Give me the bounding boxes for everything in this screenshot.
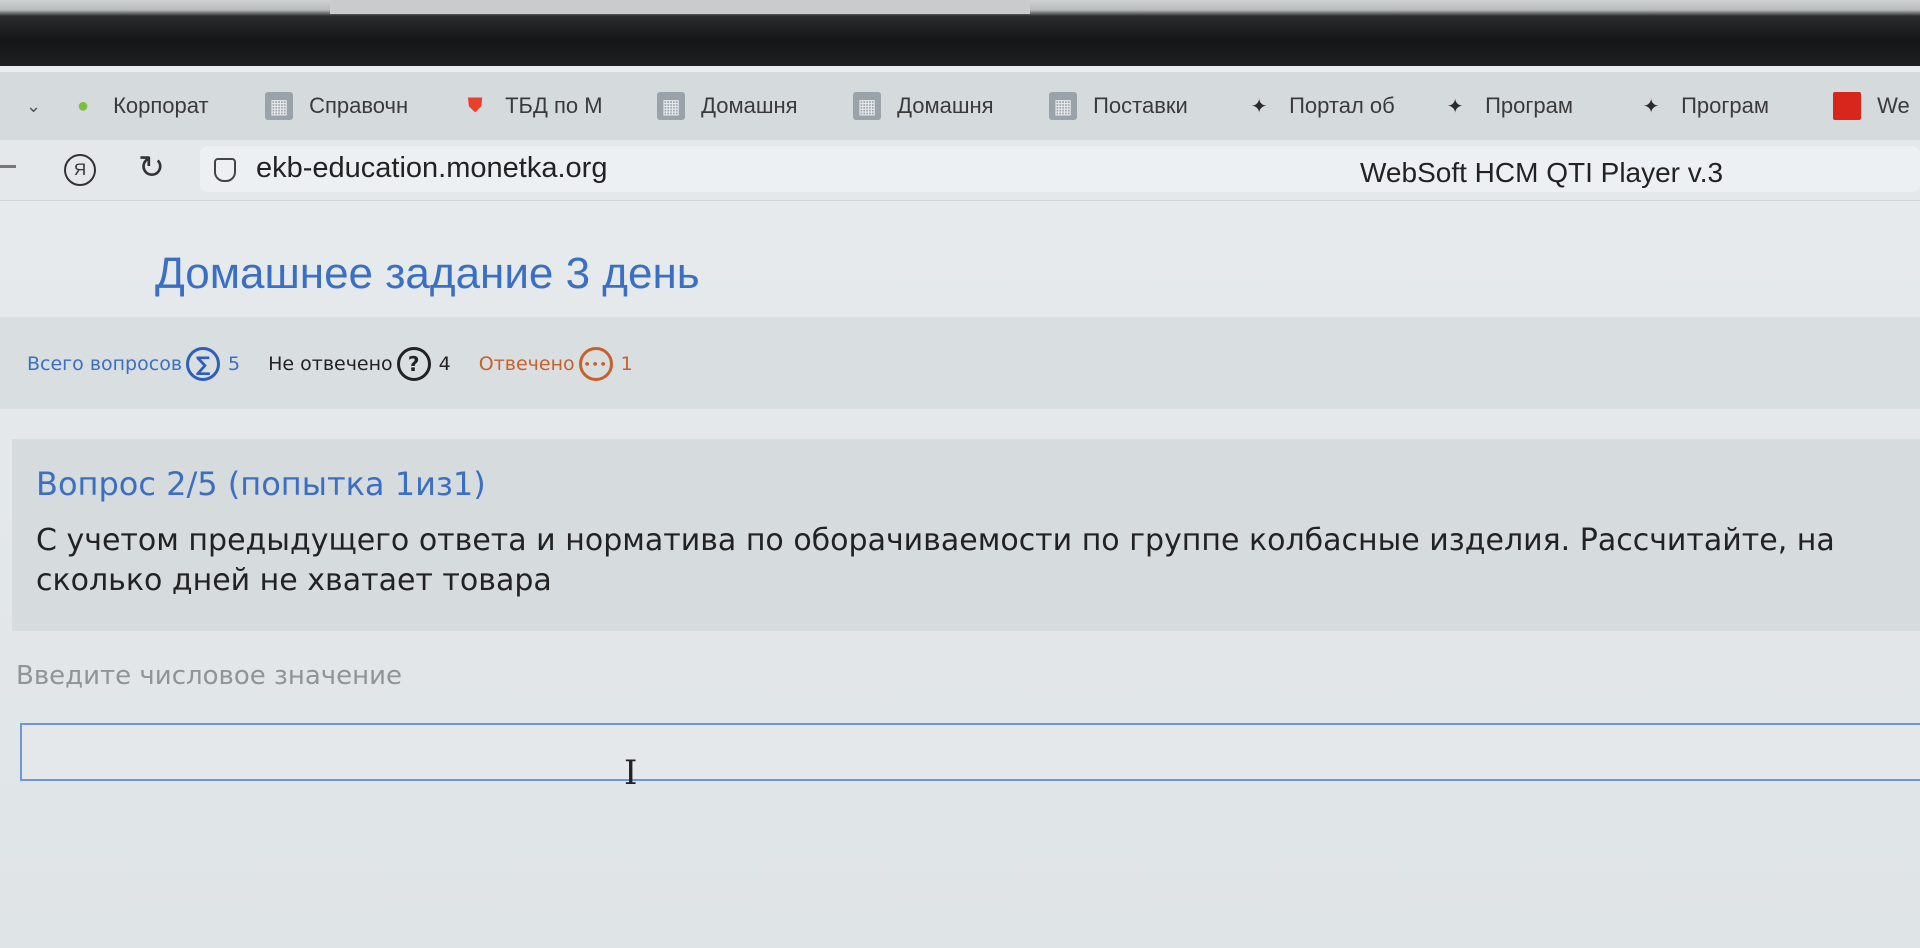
bookmark-label: We [1877, 93, 1910, 118]
chart-icon: ▦ [657, 92, 686, 120]
answer-label: Введите числовое значение [16, 661, 403, 691]
bookmark-label: Домашня [897, 93, 994, 118]
back-icon[interactable] [0, 165, 16, 168]
chevron-down-icon[interactable]: ⌄ [26, 91, 41, 121]
stat-unanswered-label: Не отвечено [268, 353, 393, 375]
stat-answered-label: Отвечено [478, 353, 575, 375]
stat-total[interactable]: Всего вопросов ∑ 5 [27, 347, 240, 381]
stat-answered[interactable]: Отвечено ••• 1 [479, 347, 633, 381]
url-text[interactable]: ekb-education.monetka.org [256, 152, 607, 185]
question-glyph: ? [407, 352, 420, 376]
bookmark-label: Програм [1681, 93, 1769, 118]
bookmark-item[interactable]: ▦ Поставки [1049, 92, 1245, 120]
bookmark-item[interactable]: ● Корпорат [69, 92, 265, 120]
bookmark-item[interactable]: ▦ Справочн [265, 92, 461, 120]
page-title: Домашнее задание 3 день [155, 249, 700, 298]
stat-answered-count: 1 [620, 353, 633, 375]
stats-bar: Всего вопросов ∑ 5 Не отвечено ? 4 Отвеч… [0, 317, 1920, 409]
page-title-tab: WebSoft HCM QTI Player v.3 [1360, 157, 1724, 188]
star-icon: ✦ [1446, 95, 1464, 118]
bookmark-label: Домашня [701, 93, 798, 118]
bookmark-label: ТБД по М [505, 93, 603, 118]
bookmark-item[interactable]: ▦ Домашня [853, 92, 1049, 120]
chart-icon: ▦ [853, 92, 882, 120]
bookmarks-bar: ⌄ ● Корпорат ▦ Справочн ⛊ ТБД по М ▦ Дом… [0, 72, 1920, 140]
map-pin-icon: ● [77, 94, 90, 117]
address-bar: Я ↻ ekb-education.monetka.org WebSoft HC… [0, 140, 1920, 201]
ellipsis-icon: ••• [578, 347, 613, 381]
reload-glyph: ↻ [138, 149, 165, 185]
stat-unanswered-count: 4 [438, 353, 451, 375]
stat-unanswered[interactable]: Не отвечено ? 4 [268, 347, 451, 381]
security-shield-icon[interactable] [214, 158, 236, 182]
bezel-highlight [330, 0, 1030, 14]
bookmark-item[interactable]: ✦ Програм [1637, 92, 1833, 120]
url-field[interactable]: ekb-education.monetka.org WebSoft HCM QT… [200, 146, 1920, 192]
question-text: С учетом предыдущего ответа и норматива … [36, 523, 1835, 598]
text-cursor-icon: I [624, 753, 638, 793]
bookmark-item[interactable]: We [1833, 92, 1920, 120]
bookmark-label: Поставки [1093, 93, 1188, 118]
sigma-glyph: ∑ [195, 352, 211, 376]
bookmark-label: Корпорат [113, 93, 209, 118]
bookmark-label: Справочн [309, 93, 409, 118]
star-icon: ✦ [1250, 95, 1268, 118]
bookmark-label: Портал об [1289, 93, 1395, 118]
yandex-glyph: Я [73, 160, 87, 179]
yandex-icon[interactable]: Я [64, 154, 96, 186]
bookmark-label: Програм [1485, 93, 1573, 118]
answer-input[interactable] [20, 723, 1920, 781]
monitor-bezel [0, 0, 1920, 66]
ellipsis-glyph: ••• [583, 357, 608, 371]
page-content: Домашнее задание 3 день Всего вопросов ∑… [0, 201, 1920, 948]
question-block: Вопрос 2/5 (попытка 1из1) С учетом преды… [12, 439, 1920, 631]
question-mark-icon: ? [396, 347, 431, 381]
bookmark-item[interactable]: ✦ Портал об [1245, 92, 1441, 120]
stat-total-label: Всего вопросов [27, 353, 183, 375]
red-square-icon [1833, 92, 1862, 120]
chart-icon: ▦ [265, 92, 294, 120]
stat-row: Всего вопросов ∑ 5 Не отвечено ? 4 Отвеч… [27, 347, 661, 381]
stat-total-count: 5 [228, 353, 241, 375]
reload-icon[interactable]: ↻ [138, 148, 165, 186]
sigma-icon: ∑ [186, 347, 221, 381]
bookmark-item[interactable]: ✦ Програм [1441, 92, 1637, 120]
star-icon: ✦ [1642, 95, 1660, 118]
bookmark-item[interactable]: ⛊ ТБД по М [461, 92, 657, 120]
question-header: Вопрос 2/5 (попытка 1из1) [36, 465, 486, 503]
shield-icon: ⛊ [467, 94, 483, 117]
chart-icon: ▦ [1049, 92, 1078, 120]
bookmark-item[interactable]: ▦ Домашня [657, 92, 853, 120]
